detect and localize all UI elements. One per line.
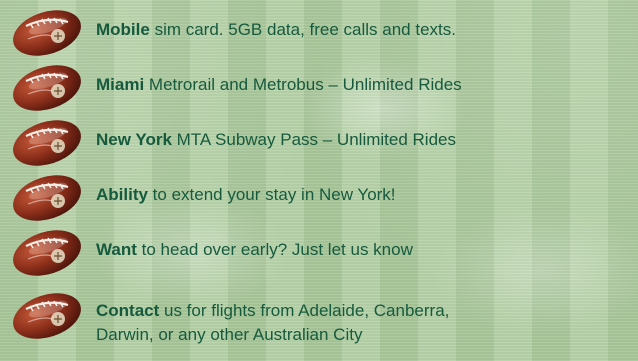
football-icon	[13, 120, 81, 166]
item-bold: Mobile	[96, 20, 150, 39]
item-rest: Metrorail and Metrobus – Unlimited Rides	[144, 75, 462, 94]
item-rest-line-2: Darwin, or any other Australian City	[96, 325, 363, 344]
football-icon	[13, 65, 81, 111]
item-text: Ability to extend your stay in New York!	[96, 183, 631, 207]
item-text: Want to head over early? Just let us kno…	[96, 238, 631, 262]
item-rest: MTA Subway Pass – Unlimited Rides	[171, 130, 456, 149]
football-icon	[13, 175, 81, 221]
list-item: Contact us for flights from Adelaide, Ca…	[8, 281, 633, 353]
list-item: Miami Metrorail and Metrobus – Unlimited…	[8, 61, 633, 113]
football-icon	[13, 230, 81, 276]
list-item: Ability to extend your stay in New York!	[8, 171, 633, 223]
item-text: Miami Metrorail and Metrobus – Unlimited…	[96, 73, 631, 97]
item-bold: Contact	[96, 301, 160, 320]
item-rest: us for flights from Adelaide, Canberra,	[159, 301, 450, 320]
item-bold: Ability	[96, 185, 148, 204]
list-item: Want to head over early? Just let us kno…	[8, 226, 633, 278]
item-text: Mobile sim card. 5GB data, free calls an…	[96, 18, 631, 42]
list-item: New York MTA Subway Pass – Unlimited Rid…	[8, 116, 633, 168]
football-icon	[13, 10, 81, 56]
feature-list: Mobile sim card. 5GB data, free calls an…	[0, 0, 638, 361]
list-item: Mobile sim card. 5GB data, free calls an…	[8, 6, 633, 58]
item-text: New York MTA Subway Pass – Unlimited Rid…	[96, 128, 631, 152]
item-text: Contact us for flights from Adelaide, Ca…	[96, 299, 631, 347]
item-bold: Want	[96, 240, 137, 259]
item-rest: to head over early? Just let us know	[136, 240, 413, 259]
item-rest: to extend your stay in New York!	[147, 185, 396, 204]
item-rest: sim card. 5GB data, free calls and texts…	[149, 20, 456, 39]
item-bold: New York	[96, 130, 172, 149]
item-bold: Miami	[96, 75, 145, 94]
football-icon	[13, 293, 81, 339]
